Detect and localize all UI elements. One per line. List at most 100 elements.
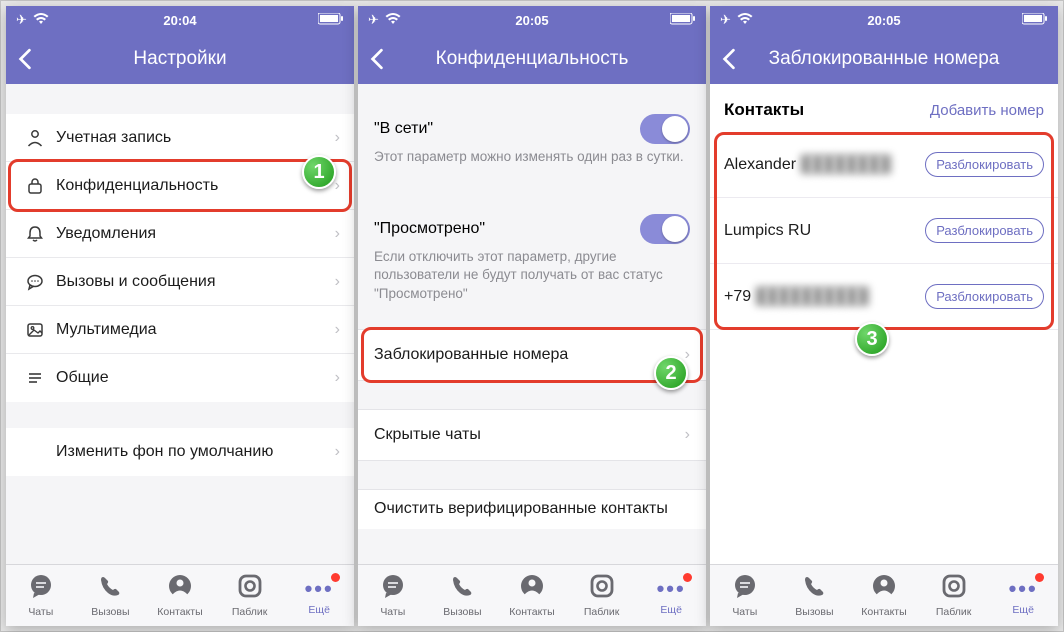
chevron-right-icon: › bbox=[335, 369, 340, 387]
tab-public[interactable]: Паблик bbox=[924, 573, 984, 618]
tab-more[interactable]: ••• Ещё bbox=[641, 576, 701, 616]
row-label: Общие bbox=[50, 369, 335, 387]
row-notifications[interactable]: Уведомления › bbox=[6, 210, 354, 258]
row-label: Конфиденциальность bbox=[50, 177, 335, 195]
notification-dot bbox=[1035, 573, 1044, 582]
row-multimedia[interactable]: Мультимедиа › bbox=[6, 306, 354, 354]
row-hidden-chats[interactable]: Скрытые чаты › bbox=[358, 409, 706, 461]
row-label: Уведомления bbox=[50, 225, 335, 243]
tab-label: Чаты bbox=[732, 606, 757, 618]
privacy-list: "В сети" Этот параметр можно изменять од… bbox=[358, 84, 706, 564]
nav-title: Заблокированные номера bbox=[769, 48, 1000, 70]
tab-label: Ещё bbox=[1012, 604, 1033, 616]
chevron-right-icon: › bbox=[335, 443, 340, 461]
contact-name: Alexander ████████ bbox=[724, 156, 891, 174]
tab-chats[interactable]: Чаты bbox=[715, 573, 775, 618]
row-account[interactable]: Учетная запись › bbox=[6, 114, 354, 162]
add-number-button[interactable]: Добавить номер bbox=[930, 102, 1044, 119]
tab-calls[interactable]: Вызовы bbox=[432, 573, 492, 618]
contacts-icon bbox=[519, 573, 545, 604]
chat-icon bbox=[20, 272, 50, 292]
public-icon bbox=[589, 573, 615, 604]
status-time: 20:05 bbox=[358, 13, 706, 28]
row-label: Изменить фон по умолчанию bbox=[20, 443, 335, 461]
chevron-right-icon: › bbox=[335, 129, 340, 147]
nav-title: Конфиденциальность bbox=[436, 48, 629, 70]
tab-contacts[interactable]: Контакты bbox=[854, 573, 914, 618]
status-bar: ✈ 20:05 bbox=[710, 6, 1058, 34]
contact-row: Alexander ████████ Разблокировать bbox=[710, 132, 1058, 198]
back-button[interactable] bbox=[720, 34, 738, 84]
phone-icon bbox=[449, 573, 475, 604]
tab-public[interactable]: Паблик bbox=[220, 573, 280, 618]
row-privacy[interactable]: Конфиденциальность › bbox=[6, 162, 354, 210]
more-icon: ••• bbox=[657, 576, 686, 602]
chats-icon bbox=[380, 573, 406, 604]
redacted-text: ██████████ bbox=[756, 288, 869, 305]
screen-privacy: ✈ 20:05 Конфиденциальность "В сети" Этот… bbox=[358, 6, 706, 626]
contact-name: Lumpics RU bbox=[724, 222, 811, 240]
unblock-button[interactable]: Разблокировать bbox=[925, 284, 1044, 309]
nav-title: Настройки bbox=[133, 48, 226, 70]
back-button[interactable] bbox=[16, 34, 34, 84]
tab-label: Ещё bbox=[308, 604, 329, 616]
seen-toggle[interactable] bbox=[640, 214, 690, 244]
tab-chats[interactable]: Чаты bbox=[363, 573, 423, 618]
tab-label: Чаты bbox=[380, 606, 405, 618]
tab-label: Контакты bbox=[509, 606, 554, 618]
tab-label: Ещё bbox=[660, 604, 681, 616]
back-button[interactable] bbox=[368, 34, 386, 84]
contact-name: +79 ██████████ bbox=[724, 288, 869, 306]
row-clear-verified[interactable]: Очистить верифицированные контакты bbox=[358, 489, 706, 529]
chevron-right-icon: › bbox=[335, 225, 340, 243]
row-label: Вызовы и сообщения bbox=[50, 273, 335, 291]
tab-label: Контакты bbox=[157, 606, 202, 618]
tab-label: Вызовы bbox=[795, 606, 833, 618]
chevron-right-icon: › bbox=[685, 426, 690, 444]
row-label: Учетная запись bbox=[50, 129, 335, 147]
notification-dot bbox=[683, 573, 692, 582]
tab-contacts[interactable]: Контакты bbox=[150, 573, 210, 618]
contact-row: Lumpics RU Разблокировать bbox=[710, 198, 1058, 264]
row-blocked-numbers[interactable]: Заблокированные номера › bbox=[358, 329, 706, 381]
blocked-list: Контакты Добавить номер Alexander ██████… bbox=[710, 84, 1058, 564]
tab-more[interactable]: •••Ещё bbox=[993, 576, 1053, 616]
chats-icon bbox=[732, 573, 758, 604]
chevron-right-icon: › bbox=[335, 321, 340, 339]
status-bar: ✈ 20:05 bbox=[358, 6, 706, 34]
chevron-right-icon: › bbox=[335, 177, 340, 195]
tab-contacts[interactable]: Контакты bbox=[502, 573, 562, 618]
tab-label: Паблик bbox=[232, 606, 268, 618]
redacted-text: ████████ bbox=[801, 156, 892, 173]
row-general[interactable]: Общие › bbox=[6, 354, 354, 402]
contacts-icon bbox=[167, 573, 193, 604]
unblock-button[interactable]: Разблокировать bbox=[925, 152, 1044, 177]
tab-calls[interactable]: Вызовы bbox=[784, 573, 844, 618]
seen-label: "Просмотрено" bbox=[374, 220, 485, 238]
notification-dot bbox=[331, 573, 340, 582]
public-icon bbox=[237, 573, 263, 604]
chevron-right-icon: › bbox=[685, 346, 690, 364]
nav-bar: Заблокированные номера bbox=[710, 34, 1058, 84]
tab-chats[interactable]: Чаты bbox=[11, 573, 71, 618]
seen-description: Если отключить этот параметр, другие пол… bbox=[358, 248, 706, 315]
nav-bar: Конфиденциальность bbox=[358, 34, 706, 84]
tab-label: Контакты bbox=[861, 606, 906, 618]
row-label: Мультимедиа bbox=[50, 321, 335, 339]
row-label: Скрытые чаты bbox=[374, 426, 685, 444]
tab-label: Паблик bbox=[584, 606, 620, 618]
row-wallpaper[interactable]: Изменить фон по умолчанию › bbox=[6, 428, 354, 476]
tab-label: Вызовы bbox=[91, 606, 129, 618]
tab-calls[interactable]: Вызовы bbox=[80, 573, 140, 618]
chats-icon bbox=[28, 573, 54, 604]
tab-more[interactable]: ••• Ещё bbox=[289, 576, 349, 616]
list-icon bbox=[20, 368, 50, 388]
settings-list: Учетная запись › Конфиденциальность › Ув… bbox=[6, 84, 354, 564]
user-icon bbox=[20, 128, 50, 148]
tab-bar: Чаты Вызовы Контакты Паблик ••• Ещё bbox=[358, 564, 706, 626]
unblock-button[interactable]: Разблокировать bbox=[925, 218, 1044, 243]
online-toggle[interactable] bbox=[640, 114, 690, 144]
row-calls-messages[interactable]: Вызовы и сообщения › bbox=[6, 258, 354, 306]
tab-public[interactable]: Паблик bbox=[572, 573, 632, 618]
online-description: Этот параметр можно изменять один раз в … bbox=[358, 148, 706, 178]
